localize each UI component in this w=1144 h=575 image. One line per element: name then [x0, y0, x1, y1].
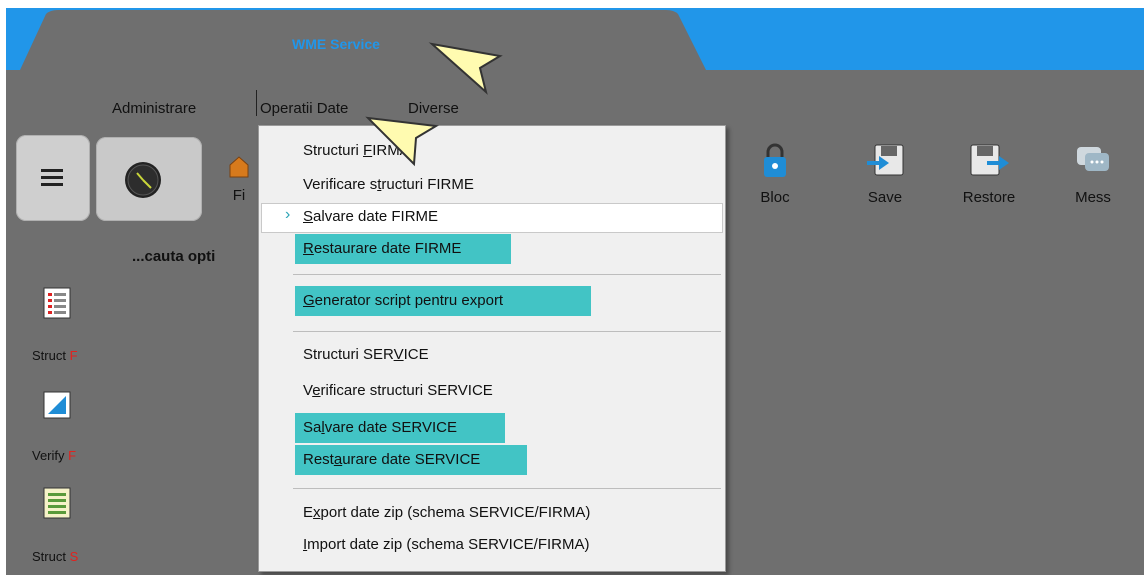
left-item-label: Struct	[32, 549, 66, 564]
pointer-arrow-icon	[365, 116, 440, 167]
bloc-button[interactable]: Bloc	[738, 141, 812, 206]
menu-operatii-date[interactable]: Operatii Date	[260, 100, 348, 117]
save-button[interactable]: Save	[848, 141, 922, 206]
menu-item-verificare-structuri-service[interactable]: Verificare structuri SERVICE	[303, 382, 493, 399]
menu-item-salvare-date-firme[interactable]: Salvare date FIRME	[303, 208, 438, 225]
restore-button[interactable]: Restore	[952, 141, 1026, 206]
menu-item-structuri-service[interactable]: Structuri SERVICE	[303, 346, 429, 363]
structure-icon	[43, 487, 71, 519]
message-icon	[1077, 147, 1109, 171]
menu-item-verificare-structuri-firme[interactable]: Verificare structuri FIRME	[303, 176, 474, 193]
left-item-label: Struct	[32, 348, 66, 363]
hamburger-icon	[41, 169, 63, 186]
window-title: WME Service	[292, 36, 380, 52]
menu-item-salvare-date-service[interactable]: Salvare date SERVICE	[303, 419, 457, 436]
clock-button[interactable]	[96, 137, 202, 221]
home-icon	[229, 156, 249, 178]
menu-item-import-date-zip[interactable]: Import date zip (schema SERVICE/FIRMA)	[303, 536, 589, 553]
floppy-restore-icon	[970, 144, 1009, 176]
structure-icon	[43, 287, 71, 319]
menu-administrare[interactable]: Administrare	[112, 100, 196, 117]
menu-item-export-date-zip[interactable]: Export date zip (schema SERVICE/FIRMA)	[303, 504, 590, 521]
menu-item-restaurare-date-service[interactable]: Restaurare date SERVICE	[303, 451, 480, 468]
left-item-suffix: F	[68, 448, 77, 463]
menu-item-generator-script-export[interactable]: Generator script pentru export	[303, 292, 503, 309]
menu-item-restaurare-date-firme[interactable]: Restaurare date FIRME	[303, 240, 461, 257]
left-item-suffix: S	[69, 549, 79, 564]
left-item-suffix: F	[69, 348, 78, 363]
hamburger-button[interactable]	[16, 135, 90, 221]
pointer-arrow-icon	[428, 42, 503, 95]
chevron-right-icon: ›	[285, 206, 291, 223]
title-tab	[20, 10, 706, 70]
mess-button[interactable]: Mess	[1056, 141, 1130, 206]
clock-icon	[125, 162, 161, 198]
floppy-save-icon	[867, 144, 904, 176]
lock-icon	[764, 143, 786, 177]
operatii-date-dropdown: › Structuri FIRMA Verificare structuri F…	[258, 125, 726, 572]
search-box[interactable]: ...cauta opti	[132, 248, 215, 265]
left-item-label: Verify	[32, 448, 65, 463]
verify-icon	[43, 391, 71, 419]
